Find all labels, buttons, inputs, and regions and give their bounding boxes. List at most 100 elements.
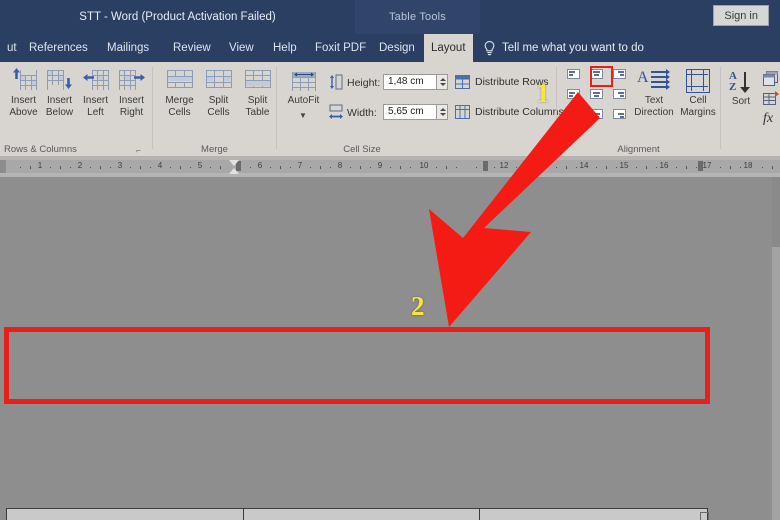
vertical-scrollbar[interactable] <box>772 177 780 520</box>
align-bottom-center-button[interactable] <box>588 107 605 121</box>
ruler-number: 16 <box>659 161 669 170</box>
header-cell-name[interactable]: Họ và Tên <box>243 508 480 520</box>
table-header-row[interactable]: STT Họ và Tên Lớp <box>6 508 708 520</box>
align-top-left-button[interactable] <box>565 67 582 81</box>
align-center-button[interactable] <box>588 87 605 101</box>
tab-view[interactable]: View <box>222 34 261 62</box>
align-center-left-button[interactable] <box>565 87 582 101</box>
tab-help[interactable]: Help <box>266 34 304 62</box>
title-bar: STT - Word (Product Activation Failed) T… <box>0 0 780 34</box>
header-cell-stt[interactable]: STT <box>6 508 244 520</box>
align-top-right-button[interactable] <box>611 67 628 81</box>
chevron-down-icon[interactable]: ▼ <box>299 111 307 120</box>
merge-cells-label-bottom: Cells <box>168 107 191 118</box>
hanging-indent-marker[interactable] <box>229 168 239 174</box>
ruler-number: 17 <box>702 161 712 170</box>
width-input[interactable]: 5,65 cm <box>383 104 437 120</box>
insert-left-label-bottom: Left <box>87 107 104 118</box>
insert-row-above-icon <box>11 67 37 91</box>
sort-az-icon: A Z <box>728 70 754 94</box>
tell-me-search[interactable]: Tell me what you want to do <box>502 34 644 62</box>
column-width-icon <box>329 104 343 120</box>
formula-fx-icon[interactable]: fx <box>763 111 773 127</box>
ruler-number: 18 <box>743 161 753 170</box>
align-bottom-right-button[interactable] <box>611 107 628 121</box>
ruler-number: 4 <box>157 161 163 170</box>
insert-above-label-bottom: Above <box>9 107 38 118</box>
distribute-columns-icon <box>455 105 470 119</box>
ribbon: Insert Above Insert Below Insert Left In… <box>0 62 780 157</box>
height-input[interactable]: 1,48 cm <box>383 74 437 90</box>
horizontal-ruler[interactable]: 1 2 3 4 5 6 7 8 9 10 12 13 14 15 16 17 1… <box>0 157 780 177</box>
align-bottom-left-button[interactable] <box>565 107 582 121</box>
autofit-button[interactable]: AutoFit ▼ <box>283 67 324 139</box>
insert-row-below-icon <box>46 67 73 91</box>
split-cells-label-top: Split <box>208 95 229 106</box>
first-line-indent-marker[interactable] <box>229 160 239 166</box>
scrollbar-thumb[interactable] <box>772 177 780 247</box>
split-cells-icon <box>205 67 232 89</box>
tab-references[interactable]: References <box>22 34 95 62</box>
ribbon-group-merge: Merge Cells Split Cells Split Table Merg… <box>153 62 276 157</box>
insert-left-label-top: Insert <box>82 95 108 106</box>
group-label-cell-size: Cell Size <box>343 144 381 155</box>
tab-table-layout[interactable]: Layout <box>424 34 473 62</box>
ruler-left-margin <box>0 160 6 173</box>
document-canvas[interactable]: STT Họ và Tên Lớp 1 Nguyễn Văn A 12A1 2 … <box>0 177 780 520</box>
cell-margins-button[interactable]: Cell Margins <box>679 67 717 139</box>
ruler-number: 5 <box>197 161 203 170</box>
height-spinner[interactable] <box>437 74 448 90</box>
ruler-number: 2 <box>77 161 83 170</box>
tab-design[interactable]: Design <box>372 34 422 62</box>
align-top-center-button[interactable] <box>588 67 605 81</box>
tab-foxit-pdf[interactable]: Foxit PDF <box>308 34 373 62</box>
width-label: Width: <box>347 107 377 119</box>
header-cell-class[interactable]: Lớp <box>479 508 708 520</box>
text-direction-label-bottom: Direction <box>634 107 674 118</box>
distribute-rows-icon <box>455 75 470 89</box>
contextual-tab-group: Table Tools <box>355 0 480 34</box>
width-spinner[interactable] <box>437 104 448 120</box>
distribute-columns-label: Distribute Columns <box>475 106 564 118</box>
sign-in-button[interactable]: Sign in <box>713 5 769 26</box>
tab-review[interactable]: Review <box>166 34 218 62</box>
tab-mailings[interactable]: Mailings <box>100 34 156 62</box>
insert-below-label-bottom: Below <box>45 107 74 118</box>
split-table-icon <box>244 67 271 89</box>
document-title: STT - Word (Product Activation Failed) <box>79 11 276 23</box>
rows-columns-dialog-launcher[interactable]: ⌐ <box>134 146 143 155</box>
tab-layout-left-truncated[interactable]: ut <box>0 34 24 62</box>
insert-above-label-top: Insert <box>10 95 36 106</box>
height-label: Height: <box>347 77 381 89</box>
autofit-icon <box>291 69 316 91</box>
distribute-rows-button[interactable]: Distribute Rows <box>455 74 549 91</box>
insert-column-right-icon <box>118 67 145 91</box>
repeat-header-rows-icon[interactable] <box>763 71 779 86</box>
sort-button[interactable]: A Z Sort <box>725 68 757 140</box>
sort-label: Sort <box>731 96 751 107</box>
ruler-tab-stop[interactable] <box>698 161 703 171</box>
split-table-label: Split Table <box>234 95 281 119</box>
split-cells-button[interactable]: Split Cells <box>198 65 239 137</box>
insert-right-button[interactable]: Insert Right <box>111 65 152 137</box>
text-direction-button[interactable]: A Text Direction <box>633 67 675 139</box>
step-1-marker: 1 <box>536 78 550 108</box>
merge-cells-button[interactable]: Merge Cells <box>159 65 200 137</box>
word-table[interactable]: STT Họ và Tên Lớp 1 Nguyễn Văn A 12A1 2 … <box>6 508 708 520</box>
insert-right-label-top: Insert <box>118 95 144 106</box>
table-resize-handle[interactable] <box>700 512 709 520</box>
cell-margins-label: Cell Margins <box>676 95 720 119</box>
convert-to-text-icon[interactable] <box>763 91 779 106</box>
cell-margins-icon <box>686 69 710 93</box>
ruler-number: 6 <box>257 161 263 170</box>
table-tools-label: Table Tools <box>388 11 447 23</box>
align-center-right-button[interactable] <box>611 87 628 101</box>
ribbon-group-alignment: A Text Direction Cell Margins Alignment <box>557 62 720 157</box>
ruler-tab-stop[interactable] <box>483 161 488 171</box>
ribbon-tab-bar: ut References Mailings Review View Help … <box>0 34 780 62</box>
merge-cells-icon <box>166 67 193 89</box>
insert-below-label-top: Insert <box>46 95 72 106</box>
row-height-icon <box>329 74 343 90</box>
text-direction-label: Text Direction <box>630 95 678 119</box>
split-table-button[interactable]: Split Table <box>237 65 278 137</box>
